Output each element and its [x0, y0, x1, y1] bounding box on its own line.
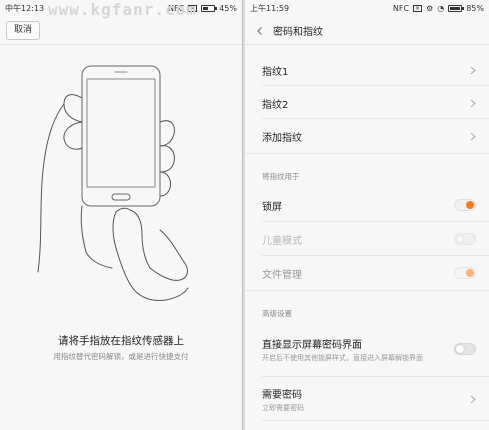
list-item-require-password[interactable]: 需要密码 立即需要密码 — [245, 382, 489, 416]
alarm-icon: ⚙ — [426, 4, 434, 13]
status-time: 中午12:13 — [5, 4, 45, 13]
battery-percent: 85% — [466, 4, 484, 13]
divider — [0, 44, 242, 45]
divider — [245, 290, 489, 291]
list-item-label: 添加指纹 — [262, 132, 302, 144]
divider — [262, 376, 489, 377]
toggle-row-lockscreen[interactable]: 锁屏 — [245, 193, 489, 217]
sim-icon: × — [413, 5, 423, 12]
list-item-description: 开启后不使用其他锁屏样式，直接进入屏幕解锁界面 — [262, 353, 423, 362]
nfc-indicator: NFC — [392, 4, 410, 13]
status-time: 上午11:59 — [250, 4, 290, 13]
toggle-row-kids-mode: 儿童模式 — [245, 227, 489, 251]
password-fingerprint-settings-screen: 上午11:59 NFC × ⚙ ◔ 85% 密码和指纹 指纹1 指纹2 添加指纹… — [245, 0, 489, 430]
toggle-row-show-password-screen[interactable]: 直接显示屏幕密码界面 开启后不使用其他锁屏样式，直接进入屏幕解锁界面 — [245, 327, 489, 371]
list-item-fingerprint-2[interactable]: 指纹2 — [245, 91, 489, 115]
watermark: www.kgfanr.com — [48, 0, 197, 19]
list-item-label: 文件管理 — [262, 269, 302, 281]
divider — [245, 153, 489, 154]
divider — [262, 85, 489, 86]
chevron-right-icon — [470, 66, 476, 74]
list-item-label: 锁屏 — [262, 201, 282, 213]
list-item-fingerprint-1[interactable]: 指纹1 — [245, 58, 489, 82]
chevron-right-icon — [470, 395, 476, 403]
lockscreen-toggle[interactable] — [454, 199, 476, 211]
list-item-description: 立即需要密码 — [262, 403, 304, 412]
enroll-hint: 用指纹替代密码解锁，或是进行快捷支付 — [53, 352, 189, 361]
battery-percent: 45% — [219, 4, 237, 13]
list-item-label: 儿童模式 — [262, 235, 302, 247]
file-manager-toggle[interactable] — [454, 267, 476, 279]
page-header: 密码和指纹 — [245, 17, 489, 45]
cancel-button[interactable]: 取消 — [6, 21, 41, 40]
show-password-screen-toggle[interactable] — [454, 343, 476, 355]
divider — [262, 221, 489, 222]
toggle-row-file-manager[interactable]: 文件管理 — [245, 261, 489, 285]
battery-icon — [201, 5, 218, 12]
enroll-instruction: 请将手指放在指纹传感器上 — [58, 335, 184, 347]
list-item-label: 直接显示屏幕密码界面 — [262, 339, 362, 351]
fingerprint-enroll-screen: 中午12:13 NFC × 45% 取消 请将手指放在指纹传感器上 用指纹替代密… — [0, 0, 243, 430]
battery-icon — [448, 5, 465, 12]
section-header-advanced: 高级设置 — [262, 309, 292, 318]
hand-phone-illustration — [37, 65, 189, 301]
list-item-label: 需要密码 — [262, 389, 302, 401]
list-item-label: 指纹2 — [262, 99, 289, 111]
divider — [262, 255, 489, 256]
divider — [262, 420, 489, 421]
section-header-usage: 将指纹用于 — [262, 172, 300, 181]
back-arrow-icon[interactable] — [255, 26, 265, 36]
divider — [262, 118, 489, 119]
page-title: 密码和指纹 — [273, 27, 323, 38]
chevron-right-icon — [470, 132, 476, 140]
list-item-label: 指纹1 — [262, 66, 289, 78]
wifi-icon: ◔ — [437, 4, 445, 13]
kids-mode-toggle — [454, 233, 476, 245]
list-item-add-fingerprint[interactable]: 添加指纹 — [245, 124, 489, 148]
chevron-right-icon — [470, 99, 476, 107]
status-bar: 上午11:59 NFC × ⚙ ◔ 85% — [245, 0, 489, 17]
